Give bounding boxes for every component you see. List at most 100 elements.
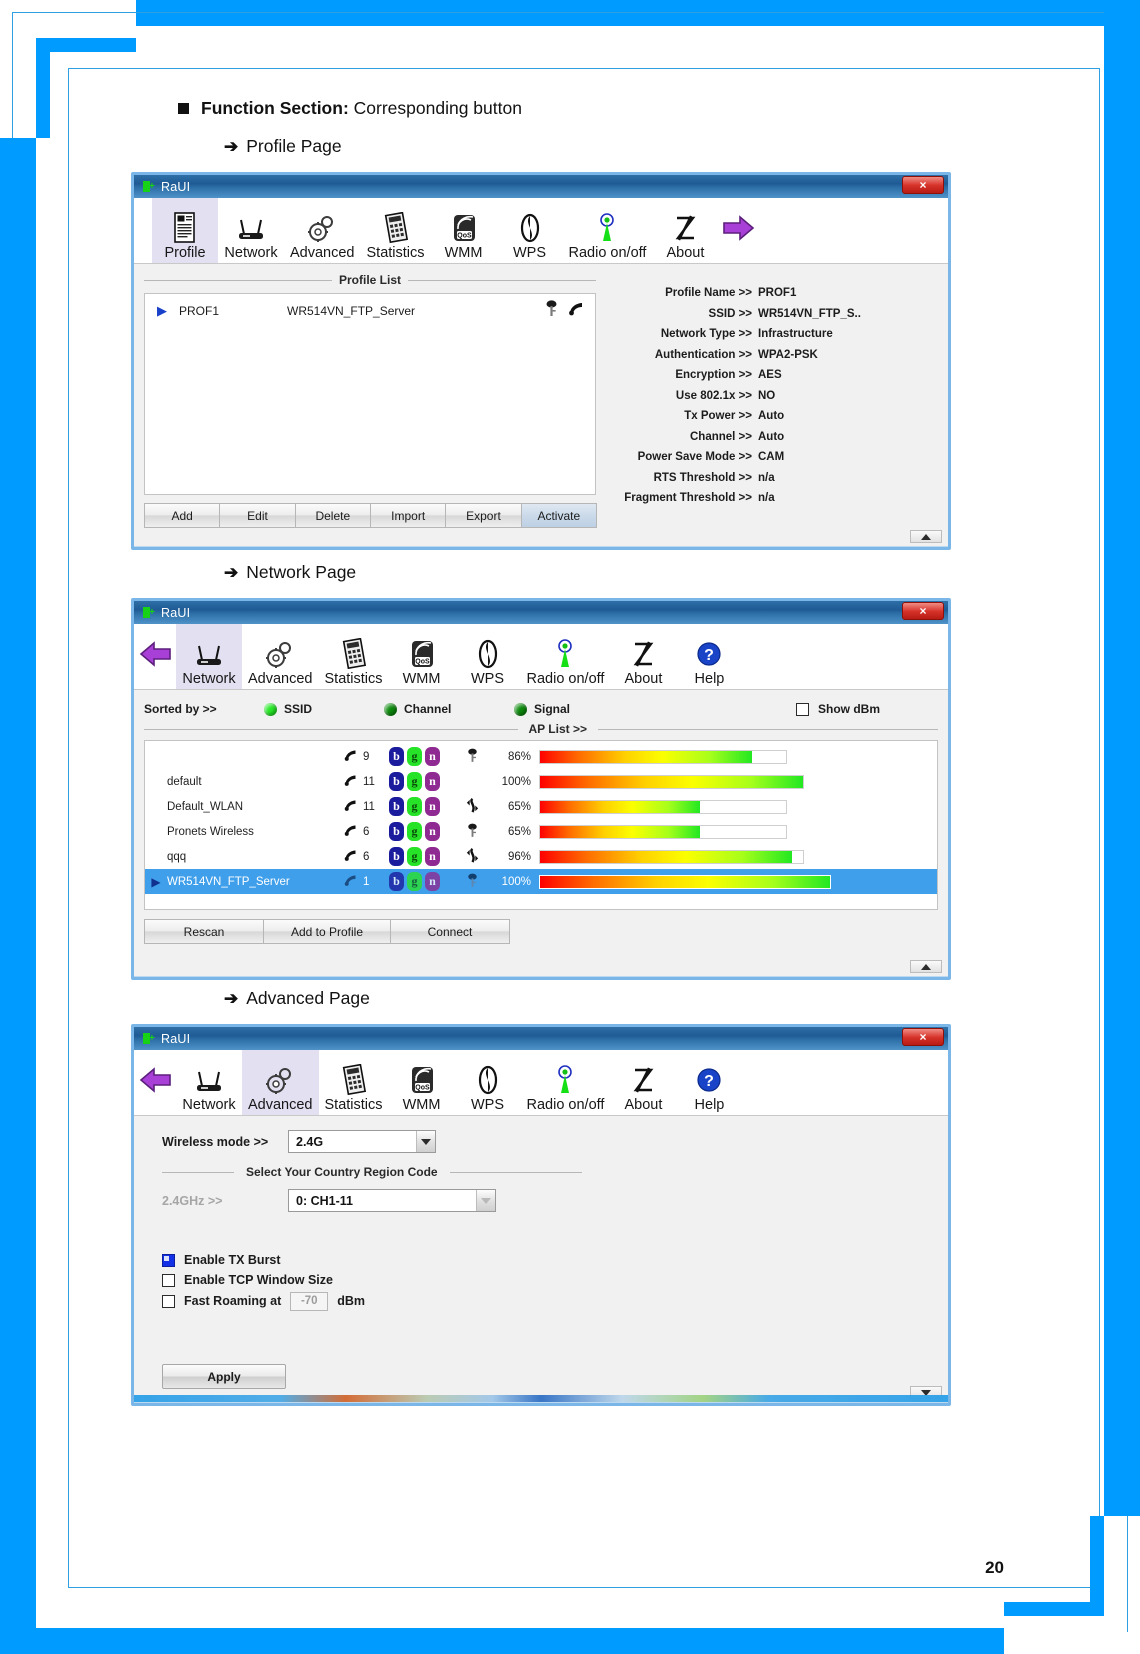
delete-button[interactable]: Delete (294, 503, 371, 528)
tab-advanced[interactable]: Advanced (242, 624, 319, 689)
document-body: Function Section: Corresponding button ➔… (0, 0, 1140, 1654)
enable-tcp-window-size-checkbox[interactable]: Enable TCP Window Size (162, 1270, 938, 1290)
profile-titlebar[interactable]: RaUI × (134, 175, 948, 198)
tab-wps[interactable]: WPS (455, 1050, 521, 1115)
wifi-signal-icon (337, 848, 363, 866)
close-button[interactable]: × (902, 176, 944, 194)
sort-option-signal[interactable]: Signal (514, 702, 796, 716)
enable-tx-burst-checkbox[interactable]: Enable TX Burst (162, 1250, 938, 1270)
table-row[interactable]: ▶ PROF1 WR514VN_FTP_Server (145, 294, 595, 322)
network-button-row[interactable]: Rescan Add to Profile Connect (144, 919, 938, 944)
tab-radio-on-off[interactable]: Radio on/off (521, 624, 611, 689)
calculator-icon (339, 1062, 369, 1096)
tab-statistics[interactable]: Statistics (319, 624, 389, 689)
show-dbm-checkbox[interactable]: Show dBm (796, 702, 938, 716)
nav-back-button[interactable] (134, 624, 176, 689)
tab-statistics[interactable]: Statistics (319, 1050, 389, 1115)
nav-back-button[interactable] (134, 1050, 176, 1115)
network-toolbar[interactable]: Network Advanced Statistics QoS WMM WPS … (134, 624, 948, 690)
table-row[interactable]: qqq 6 b g n 96% (145, 844, 937, 869)
tab-profile[interactable]: Profile (152, 198, 218, 263)
detail-network-type: Network Type >> Infrastructure (606, 324, 938, 345)
tab-radio-on-off[interactable]: Radio on/off (521, 1050, 611, 1115)
rescan-button[interactable]: Rescan (144, 919, 264, 944)
legend-rule-left (144, 279, 332, 281)
sort-option-channel[interactable]: Channel (384, 702, 514, 716)
close-button[interactable]: × (902, 602, 944, 620)
radio-led-icon[interactable] (264, 702, 277, 716)
ap-channel-cell: 11 (363, 800, 375, 813)
tab-advanced[interactable]: Advanced (242, 1050, 319, 1115)
sort-option-ssid[interactable]: SSID (264, 702, 384, 716)
radio-led-icon[interactable] (384, 702, 397, 716)
close-button[interactable]: × (902, 1028, 944, 1046)
detail-key: Channel >> (690, 430, 752, 443)
add-to-profile-button[interactable]: Add to Profile (263, 919, 391, 944)
tab-wps[interactable]: WPS (497, 198, 563, 263)
chevron-down-icon[interactable] (416, 1131, 435, 1152)
tab-help[interactable]: ? Help (676, 624, 742, 689)
calculator-icon (381, 210, 411, 244)
add-button[interactable]: Add (144, 503, 221, 528)
wireless-mode-select[interactable]: 2.4G (288, 1130, 436, 1153)
scroll-up-arrow-icon[interactable] (910, 960, 942, 973)
wireless-mode-field[interactable]: Wireless mode >> 2.4G (162, 1130, 938, 1153)
tab-wps[interactable]: WPS (455, 624, 521, 689)
tab-wmm[interactable]: QoS WMM (389, 1050, 455, 1115)
network-window[interactable]: RaUI × Network Advanced (131, 598, 951, 980)
checkbox-icon[interactable] (162, 1273, 175, 1287)
region-value: 0: CH1-11 (296, 1193, 353, 1208)
radio-led-icon[interactable] (514, 702, 527, 716)
activate-button[interactable]: Activate (520, 503, 597, 528)
table-row[interactable]: default 11 b g n 100% (145, 769, 937, 794)
fast-roaming-checkbox[interactable]: Fast Roaming at -70 dBm (162, 1290, 938, 1312)
profile-list[interactable]: ▶ PROF1 WR514VN_FTP_Server (144, 293, 596, 495)
region-field[interactable]: 2.4GHz >> 0: CH1-11 (162, 1189, 938, 1212)
ap-signal-cell: 100% (501, 875, 531, 888)
checkbox-icon[interactable] (162, 1294, 175, 1308)
table-row[interactable]: ▶ WR514VN_FTP_Server 1 b g n 100% (145, 869, 937, 894)
table-row[interactable]: Default_WLAN 11 b g n 65% (145, 794, 937, 819)
export-button[interactable]: Export (445, 503, 522, 528)
profile-window[interactable]: RaUI × Profile Network (131, 172, 951, 550)
ap-list[interactable]: 9 b g n 86% default 11 b g n 100% Defaul… (144, 740, 938, 910)
nav-next-button[interactable] (718, 198, 760, 263)
triangle-up (921, 963, 931, 970)
apply-row[interactable]: Apply (162, 1364, 938, 1389)
import-button[interactable]: Import (369, 503, 447, 528)
tab-wmm[interactable]: QoS WMM (389, 624, 455, 689)
chevron-down-icon[interactable] (476, 1190, 495, 1211)
advanced-toolbar[interactable]: Network Advanced Statistics QoS WMM WPS … (134, 1050, 948, 1116)
tab-radio-on-off[interactable]: Radio on/off (563, 198, 653, 263)
tab-about[interactable]: About (610, 1050, 676, 1115)
table-row[interactable]: Pronets Wireless 6 b g n 65% (145, 819, 937, 844)
tab-network[interactable]: Network (218, 198, 284, 263)
profile-button-row[interactable]: Add Edit Delete Import Export Activate (144, 503, 597, 528)
scroll-up-arrow-icon[interactable] (910, 530, 942, 543)
tab-help[interactable]: ? Help (676, 1050, 742, 1115)
advanced-window[interactable]: RaUI × Network Advanced (131, 1024, 951, 1406)
mode-badge-g: g (407, 822, 422, 841)
tab-wmm[interactable]: QoS WMM (431, 198, 497, 263)
connect-button[interactable]: Connect (390, 919, 510, 944)
advanced-checkbox-group[interactable]: Enable TX Burst Enable TCP Window Size F… (162, 1250, 938, 1312)
profile-toolbar[interactable]: Profile Network Advanced Statistics QoS … (134, 198, 948, 264)
region-select[interactable]: 0: CH1-11 (288, 1189, 496, 1212)
tab-advanced[interactable]: Advanced (284, 198, 361, 263)
tab-about[interactable]: About (610, 624, 676, 689)
tab-about[interactable]: About (652, 198, 718, 263)
network-titlebar[interactable]: RaUI × (134, 601, 948, 624)
table-row[interactable]: 9 b g n 86% (145, 744, 937, 769)
checkbox-icon[interactable] (796, 702, 809, 716)
heading-bold-text: Function Section: (201, 98, 349, 118)
checkbox-icon[interactable] (162, 1253, 175, 1267)
fast-roaming-input[interactable]: -70 (290, 1291, 329, 1311)
advanced-titlebar[interactable]: RaUI × (134, 1027, 948, 1050)
edit-button[interactable]: Edit (219, 503, 296, 528)
tab-network[interactable]: Network (176, 624, 242, 689)
tab-statistics[interactable]: Statistics (361, 198, 431, 263)
sort-bar[interactable]: Sorted by >> SSID Channel Signal Show dB… (144, 698, 938, 720)
apply-button[interactable]: Apply (162, 1364, 286, 1389)
ap-channel-cell: 6 (363, 850, 370, 863)
tab-network[interactable]: Network (176, 1050, 242, 1115)
